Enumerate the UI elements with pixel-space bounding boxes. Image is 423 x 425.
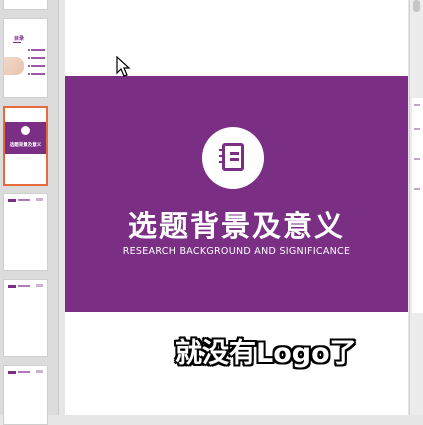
toc-bullet xyxy=(28,73,30,75)
thumbnail-purple-band: 选题背景及意义 xyxy=(5,122,46,154)
thumbnail-tag xyxy=(8,371,16,374)
slide-thumbnail-4[interactable] xyxy=(3,193,48,271)
thumbnail-heading xyxy=(18,371,30,373)
scrollbar-thumb[interactable] xyxy=(413,0,420,12)
toc-bullet xyxy=(28,65,30,67)
thumbnail-tag xyxy=(8,285,16,288)
toc-bullet xyxy=(28,49,30,51)
slide-thumbnail-1[interactable] xyxy=(3,0,48,10)
toc-item xyxy=(31,49,45,51)
icon-circle xyxy=(202,127,264,189)
toc-underline xyxy=(13,42,21,43)
toc-item xyxy=(31,73,45,75)
slide-thumbnail-current[interactable]: 选题背景及意义 xyxy=(3,106,48,186)
thumbnail-heading xyxy=(18,199,30,201)
slide-thumbnail-toc[interactable]: 目录 xyxy=(3,18,48,98)
thumbnail-logo xyxy=(36,370,43,373)
thumbnail-logo xyxy=(36,198,43,201)
thumbnail-heading xyxy=(18,285,30,287)
slide-title-english: RESEARCH BACKGROUND AND SIGNIFICANCE xyxy=(122,246,351,257)
slide-thumbnail-6[interactable] xyxy=(3,365,48,425)
title-band: 选题背景及意义 RESEARCH BACKGROUND AND SIGNIFIC… xyxy=(65,76,408,312)
notebook-icon xyxy=(21,126,30,135)
slide-thumbnail-5[interactable] xyxy=(3,279,48,357)
thumbnail-logo xyxy=(36,284,43,287)
notebook-icon xyxy=(219,143,244,171)
thumbnail-tag xyxy=(8,199,16,202)
toc-bullet xyxy=(28,57,30,59)
toc-item xyxy=(31,65,45,67)
video-subtitle-caption: 就没有Logo了 xyxy=(175,338,357,369)
slide-title-chinese: 选题背景及意义 xyxy=(127,209,345,243)
toc-item xyxy=(31,57,45,59)
thumbnail-title: 选题背景及意义 xyxy=(9,143,42,148)
mouse-cursor-icon xyxy=(116,56,131,77)
toc-photo xyxy=(4,57,24,75)
slide-thumbnail-rail[interactable]: 目录 选题背景及意义 xyxy=(0,0,59,425)
toc-thumbnail-title: 目录 xyxy=(14,36,25,42)
next-slide-edge xyxy=(412,98,423,313)
